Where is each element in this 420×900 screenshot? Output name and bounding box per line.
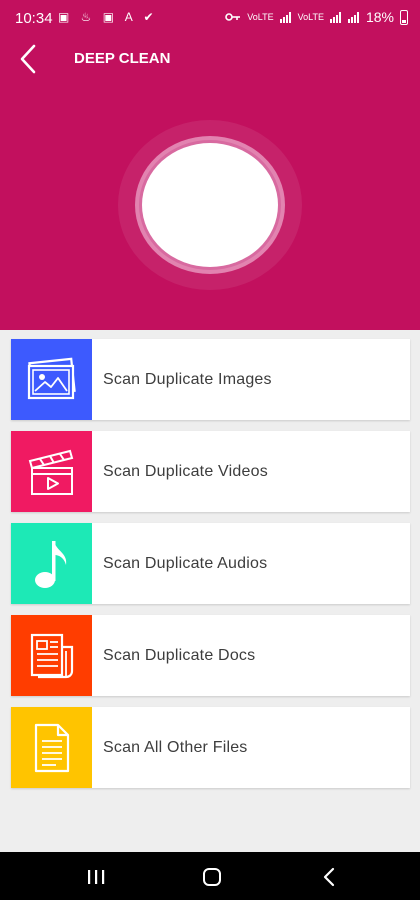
scan-images-label: Scan Duplicate Images	[103, 371, 272, 388]
scan-other-files-button[interactable]: Scan All Other Files	[11, 707, 410, 788]
scan-videos-label: Scan Duplicate Videos	[103, 463, 268, 480]
status-bar: 10:34 ▣ ♨ ▣ A ✔ VoLTE VoLTE 18%	[0, 0, 420, 36]
battery-percent: 18%	[365, 9, 394, 25]
scan-videos-button[interactable]: Scan Duplicate Videos	[11, 431, 410, 512]
battery-icon	[400, 9, 408, 25]
back-arrow-icon[interactable]	[14, 42, 46, 76]
network-label-2: VoLTE	[297, 11, 324, 22]
files-tile	[11, 707, 92, 788]
scan-docs-label: Scan Duplicate Docs	[103, 647, 256, 664]
home-icon[interactable]	[200, 866, 224, 888]
audio-tile	[11, 523, 92, 604]
scan-audios-label: Scan Duplicate Audios	[103, 555, 268, 572]
video-tile	[11, 431, 92, 512]
notification-icons: ▣ ♨ ▣ A ✔	[58, 10, 158, 24]
status-time: 10:34	[15, 10, 53, 27]
page-title: DEEP CLEAN	[74, 50, 171, 67]
header: 10:34 ▣ ♨ ▣ A ✔ VoLTE VoLTE 18% DEEP CLE…	[0, 0, 420, 330]
music-note-icon	[34, 540, 66, 588]
image-tile	[11, 339, 92, 420]
signal-icon	[279, 12, 291, 23]
scan-audios-button[interactable]: Scan Duplicate Audios	[11, 523, 410, 604]
scan-docs-button[interactable]: Scan Duplicate Docs	[11, 615, 410, 696]
video-icon	[28, 449, 73, 495]
signal-icon	[347, 12, 359, 23]
signal-icon	[329, 12, 341, 23]
key-icon	[225, 13, 241, 21]
document-icon	[30, 633, 73, 678]
system-nav-bar	[0, 852, 420, 900]
image-icon	[27, 357, 76, 399]
status-right: VoLTE VoLTE 18%	[225, 9, 408, 25]
file-icon	[34, 723, 69, 772]
recent-apps-icon[interactable]	[84, 866, 108, 888]
back-icon[interactable]	[318, 866, 342, 888]
network-label-1: VoLTE	[247, 11, 274, 22]
scan-circle-button[interactable]	[118, 120, 302, 290]
scan-images-button[interactable]: Scan Duplicate Images	[11, 339, 410, 420]
scan-other-files-label: Scan All Other Files	[103, 739, 248, 756]
docs-tile	[11, 615, 92, 696]
